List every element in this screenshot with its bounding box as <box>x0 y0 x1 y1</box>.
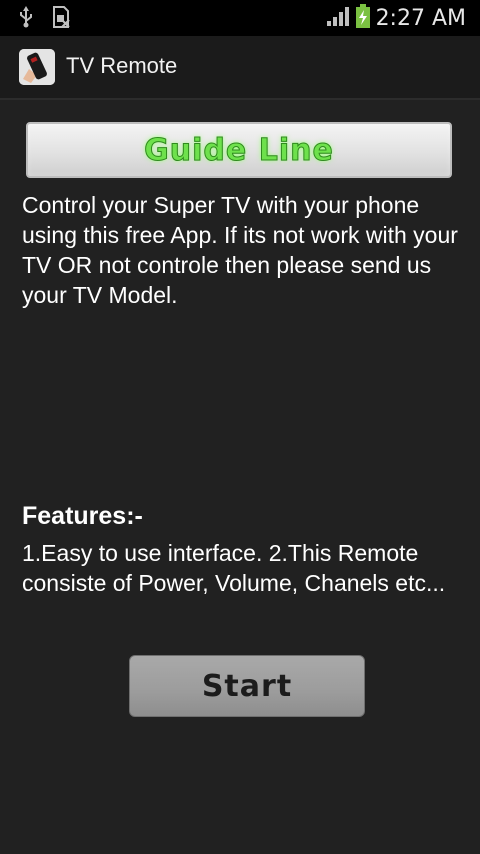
features-heading: Features:- <box>22 502 143 530</box>
action-bar: TV Remote <box>0 36 480 100</box>
clock: 2:27 AM <box>375 5 466 31</box>
signal-icon <box>326 5 350 31</box>
guide-line-banner: Guide Line <box>26 122 452 178</box>
tv-remote-app-icon[interactable] <box>19 49 55 85</box>
start-button-label: Start <box>201 668 293 704</box>
status-bar: 2:27 AM <box>0 0 480 36</box>
start-button[interactable]: Start <box>129 655 365 717</box>
features-text: 1.Easy to use interface. 2.This Remote c… <box>22 540 446 596</box>
guide-line-label: Guide Line <box>144 132 334 168</box>
notification-icons <box>18 6 70 32</box>
usb-icon <box>18 6 34 32</box>
battery-charging-icon <box>355 4 370 32</box>
app-title: TV Remote <box>66 53 178 78</box>
system-icons: 2:27 AM <box>326 4 466 32</box>
intro-text: Control your Super TV with your phone us… <box>22 192 458 308</box>
sim-card-icon <box>52 6 70 32</box>
